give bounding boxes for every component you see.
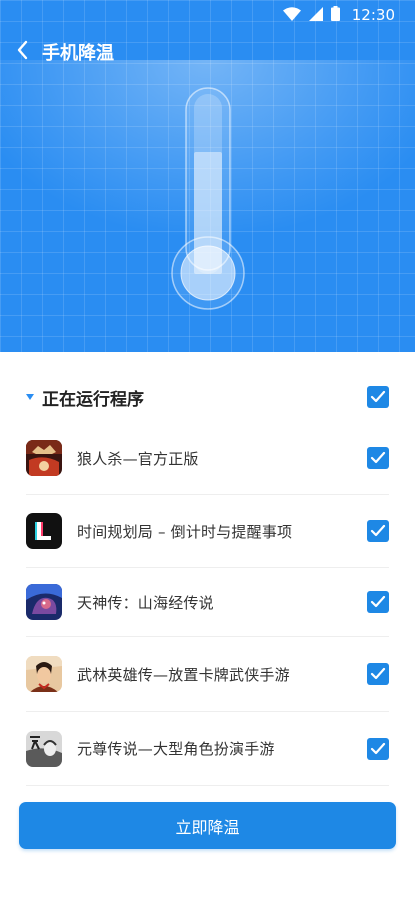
app-icon-tianshen: [26, 584, 62, 620]
select-all-checkbox[interactable]: [367, 386, 389, 408]
app-name: 天神传：山海经传说: [77, 593, 214, 612]
running-apps-list: 正在运行程序 狼人杀—官方正版 时间规划局 – 倒计时与提醒事项 天神传：山海经…: [0, 352, 415, 786]
caret-down-icon: [26, 394, 34, 400]
list-item[interactable]: 天神传：山海经传说: [26, 568, 389, 637]
app-icon-werewolf: [26, 440, 62, 476]
list-item[interactable]: 狼人杀—官方正版: [26, 422, 389, 495]
status-time: 12:30: [351, 6, 395, 24]
app-icon-time-planner: [26, 513, 62, 549]
chevron-left-icon: [16, 40, 28, 64]
cool-down-button[interactable]: 立即降温: [19, 802, 396, 849]
status-bar: 12:30: [0, 0, 415, 30]
section-title: 正在运行程序: [42, 389, 144, 410]
page-title: 手机降温: [42, 43, 114, 64]
app-icon-wulin: [26, 656, 62, 692]
back-button[interactable]: [2, 30, 42, 74]
battery-icon: [330, 5, 340, 25]
thermometer-icon: [170, 80, 246, 312]
app-name: 元尊传说—大型角色扮演手游: [77, 740, 275, 758]
list-item[interactable]: 武林英雄传—放置卡牌武侠手游: [26, 637, 389, 712]
app-checkbox[interactable]: [367, 737, 389, 760]
app-icon-yuanzun: [26, 730, 62, 767]
hero-header: 12:30 手机降温: [0, 0, 415, 352]
wifi-icon: [282, 6, 301, 25]
app-checkbox[interactable]: [367, 520, 389, 542]
app-name: 时间规划局 – 倒计时与提醒事项: [77, 522, 293, 541]
cellular-signal-icon: [308, 6, 323, 25]
title-bar: 手机降温: [0, 30, 415, 74]
app-name: 狼人杀—官方正版: [77, 449, 199, 468]
list-item[interactable]: 元尊传说—大型角色扮演手游: [26, 712, 389, 786]
list-item[interactable]: 时间规划局 – 倒计时与提醒事项: [26, 495, 389, 568]
app-checkbox[interactable]: [367, 663, 389, 685]
app-checkbox[interactable]: [367, 447, 389, 469]
app-name: 武林英雄传—放置卡牌武侠手游: [77, 665, 290, 684]
app-checkbox[interactable]: [367, 591, 389, 613]
